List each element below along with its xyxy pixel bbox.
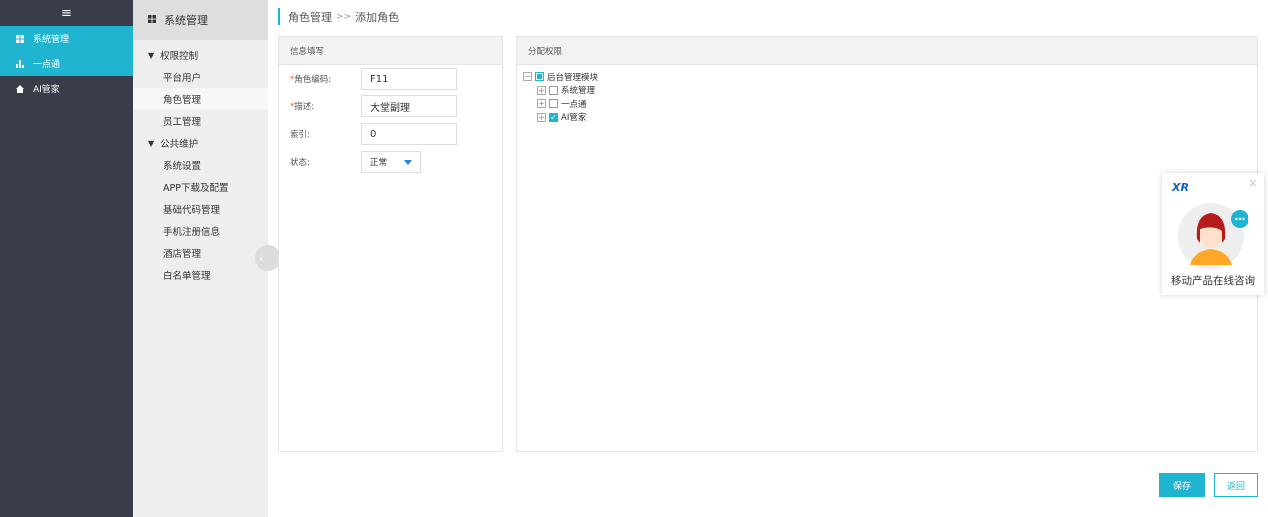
- role-code-row: *角色编码:: [290, 68, 457, 90]
- submenu-group-maintenance[interactable]: ▼ 公共维护: [133, 132, 268, 154]
- sidebar-item-label: AI管家: [33, 85, 60, 95]
- tree-node-root: − 后台管理模块: [523, 70, 598, 84]
- permission-panel: 分配权限 − 后台管理模块 + 系统管理 + 一点通 + ✓ AI管家: [516, 36, 1258, 452]
- breadcrumb-current: 添加角色: [355, 10, 400, 24]
- close-icon[interactable]: ×: [1248, 176, 1258, 190]
- status-value: 正常: [370, 158, 388, 168]
- submenu-item-base-code[interactable]: 基础代码管理: [133, 198, 268, 220]
- tree-label[interactable]: 后台管理模块: [547, 71, 598, 83]
- grid-icon: [148, 14, 156, 26]
- submenu-title: 系统管理: [164, 14, 208, 27]
- caret-down-icon: ▼: [148, 50, 155, 60]
- consult-text: 移动产品在线咨询: [1171, 275, 1255, 287]
- submenu-item-app-download[interactable]: APP下载及配置: [133, 176, 268, 198]
- group-label: 公共维护: [160, 139, 199, 150]
- breadcrumb: 角色管理 >> 添加角色: [278, 8, 399, 25]
- submenu-item-phone-registration[interactable]: 手机注册信息: [133, 220, 268, 242]
- back-button[interactable]: 返回: [1214, 473, 1258, 497]
- index-input[interactable]: [361, 123, 457, 145]
- tree-label[interactable]: 系统管理: [561, 84, 595, 96]
- description-label: *描述:: [290, 100, 361, 112]
- submenu-item-whitelist[interactable]: 白名单管理: [133, 264, 268, 286]
- status-label: 状态:: [290, 158, 310, 168]
- breadcrumb-separator: >>: [336, 11, 352, 22]
- status-row: 状态: 正常: [290, 151, 421, 173]
- status-select[interactable]: 正常: [361, 151, 421, 173]
- tree-checkbox-checked[interactable]: ✓: [549, 112, 558, 122]
- menu-toggle-icon[interactable]: ≡: [0, 0, 133, 26]
- permission-tree: − 后台管理模块 + 系统管理 + 一点通 + ✓ AI管家: [523, 70, 598, 124]
- role-code-label: *角色编码:: [290, 73, 361, 85]
- tree-checkbox[interactable]: [535, 72, 544, 82]
- expand-icon[interactable]: +: [537, 99, 546, 109]
- sidebar-item-system[interactable]: 系统管理: [0, 26, 133, 51]
- role-code-input[interactable]: [361, 68, 457, 90]
- expand-icon[interactable]: +: [537, 112, 546, 122]
- submenu: 系统管理 ▼ 权限控制 平台用户 角色管理 员工管理 ▼ 公共维护 系统设置 A…: [133, 0, 268, 517]
- breadcrumb-parent[interactable]: 角色管理: [288, 9, 332, 25]
- caret-down-icon: [404, 160, 412, 165]
- main-sidebar: ≡ 系统管理 一点通 AI管家: [0, 0, 133, 517]
- collapse-icon[interactable]: −: [523, 72, 532, 82]
- tree-node: + 系统管理: [523, 84, 598, 98]
- tree-checkbox[interactable]: [549, 85, 558, 95]
- tree-checkbox[interactable]: [549, 99, 558, 109]
- caret-down-icon: ▼: [148, 138, 155, 148]
- group-label: 权限控制: [160, 51, 199, 62]
- sidebar-item-yidiantong[interactable]: 一点通: [0, 51, 133, 76]
- submenu-item-platform-user[interactable]: 平台用户: [133, 66, 268, 88]
- tree-label[interactable]: AI管家: [561, 111, 586, 123]
- sidebar-item-label: 系统管理: [33, 35, 70, 45]
- description-row: *描述:: [290, 95, 457, 117]
- label-text: 角色编码:: [294, 75, 332, 85]
- info-form-panel: 信息填写 *角色编码: *描述: 索引: 状态: 正常: [278, 36, 503, 452]
- panel-title: 信息填写: [279, 37, 502, 65]
- save-button[interactable]: 保存: [1159, 473, 1205, 497]
- tree-node: + 一点通: [523, 97, 598, 111]
- chevron-left-icon: ‹: [259, 251, 264, 265]
- consult-widget[interactable]: XR × 移动产品在线咨询: [1162, 173, 1264, 295]
- sidebar-item-label: 一点通: [33, 60, 61, 70]
- brand-logo: XR: [1172, 181, 1189, 194]
- house-icon: [16, 84, 26, 93]
- description-input[interactable]: [361, 95, 457, 117]
- tree-node: + ✓ AI管家: [523, 111, 598, 125]
- submenu-item-employee-management[interactable]: 员工管理: [133, 110, 268, 132]
- grid-icon: [16, 34, 26, 43]
- submenu-item-system-settings[interactable]: 系统设置: [133, 154, 268, 176]
- submenu-group-permission[interactable]: ▼ 权限控制: [133, 44, 268, 66]
- panel-title: 分配权限: [517, 37, 1257, 65]
- index-row: 索引:: [290, 123, 457, 145]
- expand-icon[interactable]: +: [537, 85, 546, 95]
- index-label: 索引:: [290, 130, 310, 140]
- bar-chart-icon: [16, 59, 26, 68]
- label-text: 描述:: [294, 102, 315, 112]
- avatar: [1178, 199, 1249, 269]
- sidebar-item-ai-butler[interactable]: AI管家: [0, 76, 133, 101]
- submenu-item-role-management[interactable]: 角色管理: [133, 88, 268, 110]
- submenu-header: 系统管理: [133, 0, 268, 40]
- submenu-item-hotel-management[interactable]: 酒店管理: [133, 242, 268, 264]
- tree-label[interactable]: 一点通: [561, 98, 587, 110]
